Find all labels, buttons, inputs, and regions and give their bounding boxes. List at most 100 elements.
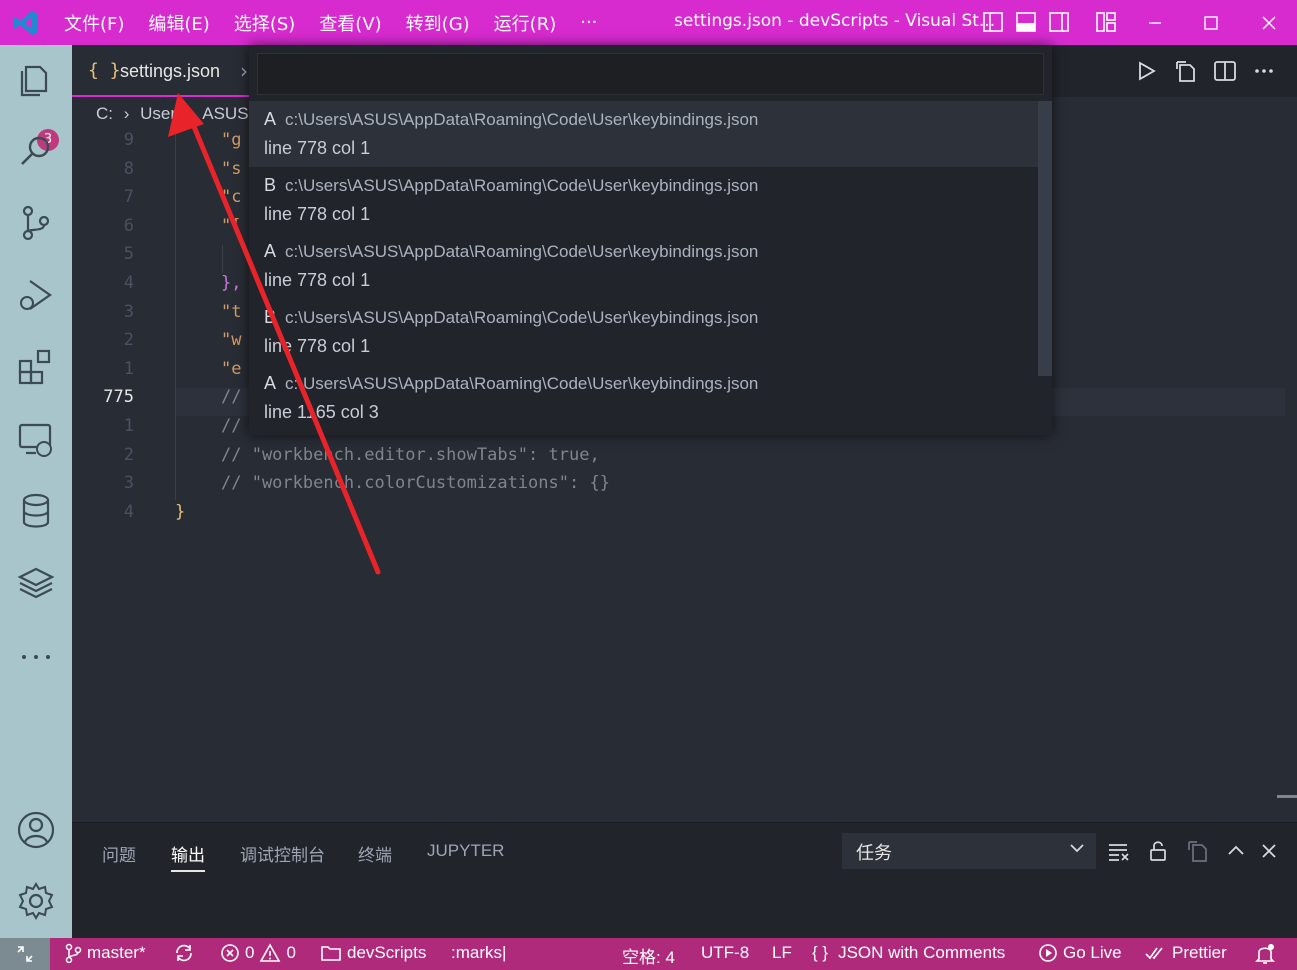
indentation-label: 空格: 4 xyxy=(622,948,675,967)
folder-name: devScripts xyxy=(347,943,427,962)
quick-pick-item[interactable]: Ac:\Users\ASUS\AppData\Roaming\Code\User… xyxy=(249,233,1038,299)
broadcast-icon xyxy=(1039,944,1057,962)
mark-key: A xyxy=(264,373,277,393)
minimize-icon[interactable] xyxy=(1140,8,1170,38)
warning-count: 0 xyxy=(286,943,296,962)
tab-output[interactable]: 输出 xyxy=(171,841,205,872)
more-icon[interactable] xyxy=(16,635,56,675)
tab-debug-console[interactable]: 调试控制台 xyxy=(240,841,325,866)
chevron-down-icon xyxy=(1070,844,1084,853)
line-number: 2 xyxy=(123,444,134,465)
tab-terminal[interactable]: 终端 xyxy=(358,841,392,866)
menu-more[interactable]: ··· xyxy=(580,12,597,33)
marks-indicator[interactable]: :marks| xyxy=(451,943,506,963)
indentation-indicator[interactable]: 空格: 4 xyxy=(622,943,675,968)
mark-path: c:\Users\ASUS\AppData\Roaming\Code\User\… xyxy=(285,242,759,261)
breadcrumb-drive[interactable]: C: xyxy=(96,104,113,123)
branch-indicator[interactable]: master* xyxy=(64,943,146,963)
bell-icon xyxy=(1255,944,1275,964)
sync-button[interactable] xyxy=(173,943,200,963)
folder-indicator[interactable]: devScripts xyxy=(320,943,426,963)
settings-gear-icon[interactable] xyxy=(16,881,56,921)
mark-path: c:\Users\ASUS\AppData\Roaming\Code\User\… xyxy=(285,110,759,129)
tab-problems[interactable]: 问题 xyxy=(102,841,136,866)
double-check-icon xyxy=(1145,947,1163,960)
more-actions-icon[interactable] xyxy=(1252,59,1276,83)
code-line: "c xyxy=(221,187,242,208)
line-number: 4 xyxy=(123,273,134,293)
quick-pick-item[interactable]: Ac:\Users\ASUS\AppData\Roaming\Code\User… xyxy=(249,101,1038,167)
source-control-icon[interactable] xyxy=(16,203,56,243)
tab-settings-json[interactable]: { } settings.json › xyxy=(72,45,249,97)
toggle-secondary-sidebar-icon[interactable] xyxy=(1048,11,1070,33)
menu-bar: 文件(F) 编辑(E) 选择(S) 查看(V) 转到(G) 运行(R) ··· xyxy=(64,0,621,45)
layers-icon[interactable] xyxy=(16,563,56,603)
branch-name: master* xyxy=(87,943,146,962)
remote-indicator-icon[interactable] xyxy=(0,938,50,970)
prettier-indicator[interactable]: Prettier xyxy=(1145,943,1227,963)
breadcrumb-asus[interactable]: ASUS xyxy=(202,104,248,123)
quick-pick-scrollbar[interactable] xyxy=(1038,101,1052,376)
menu-edit[interactable]: 编辑(E) xyxy=(148,10,209,36)
run-debug-icon[interactable] xyxy=(16,275,56,315)
encoding-indicator[interactable]: UTF-8 xyxy=(701,943,749,963)
menu-go[interactable]: 转到(G) xyxy=(406,10,470,36)
line-number: 775 xyxy=(103,387,134,408)
extensions-icon[interactable] xyxy=(16,347,56,387)
menu-run[interactable]: 运行(R) xyxy=(494,10,557,36)
close-icon[interactable] xyxy=(1254,8,1284,38)
notifications-button[interactable] xyxy=(1255,943,1280,965)
tab-jupyter[interactable]: JUPYTER xyxy=(427,841,504,861)
language-mode-indicator[interactable]: { } JSON with Comments xyxy=(812,943,1005,963)
breadcrumb-user[interactable]: User xyxy=(140,104,176,123)
code-line: "s xyxy=(221,158,242,179)
maximize-icon[interactable] xyxy=(1196,8,1226,38)
line-number: 6 xyxy=(123,215,134,236)
activity-bar: 3 xyxy=(0,45,72,938)
maximize-panel-icon[interactable] xyxy=(1224,839,1248,863)
toggle-panel-icon[interactable] xyxy=(1015,11,1037,33)
explorer-icon[interactable] xyxy=(16,59,56,99)
sync-icon xyxy=(176,944,192,962)
database-icon[interactable] xyxy=(16,491,56,531)
mark-path: c:\Users\ASUS\AppData\Roaming\Code\User\… xyxy=(285,308,759,327)
quick-pick-input[interactable] xyxy=(257,53,1044,95)
search-icon[interactable] xyxy=(16,131,56,171)
code-line: "g xyxy=(221,130,242,150)
quick-pick-item[interactable]: Bc:\Users\ASUS\AppData\Roaming\Code\User… xyxy=(249,299,1038,365)
quick-pick-item[interactable]: Bc:\Users\ASUS\AppData\Roaming\Code\User… xyxy=(249,167,1038,233)
editor-scroll-marker[interactable] xyxy=(1277,795,1297,798)
mark-location: line 778 col 1 xyxy=(264,336,371,356)
code-line: "t xyxy=(221,301,242,322)
json-braces-icon: { } xyxy=(812,943,829,962)
status-bar: master* 0 0 devScripts :marks| 空格: 4 UTF… xyxy=(0,938,1297,970)
code-line: "[ xyxy=(221,215,242,236)
mark-location: line 778 col 1 xyxy=(264,270,371,290)
account-icon[interactable] xyxy=(16,810,56,850)
mark-key: B xyxy=(264,307,277,327)
remote-explorer-icon[interactable] xyxy=(16,419,56,459)
open-log-file-icon[interactable] xyxy=(1186,839,1210,863)
clear-output-icon[interactable] xyxy=(1107,839,1131,863)
menu-view[interactable]: 查看(V) xyxy=(319,10,381,36)
menu-selection[interactable]: 选择(S) xyxy=(234,10,295,36)
open-settings-ui-icon[interactable] xyxy=(1174,59,1198,83)
mark-path: c:\Users\ASUS\AppData\Roaming\Code\User\… xyxy=(285,374,759,393)
quick-pick: Ac:\Users\ASUS\AppData\Roaming\Code\User… xyxy=(249,45,1052,435)
toggle-primary-sidebar-icon[interactable] xyxy=(982,11,1004,33)
run-icon[interactable] xyxy=(1134,59,1158,83)
line-number: 5 xyxy=(123,244,134,265)
quick-pick-item[interactable]: Ac:\Users\ASUS\AppData\Roaming\Code\User… xyxy=(249,365,1038,431)
code-line: // "workbench.colorCustomizations": {} xyxy=(221,473,610,494)
eol-indicator[interactable]: LF xyxy=(772,943,792,963)
customize-layout-icon[interactable] xyxy=(1095,11,1117,33)
lock-scroll-icon[interactable] xyxy=(1146,839,1170,863)
menu-file[interactable]: 文件(F) xyxy=(64,10,124,36)
chevron-right-icon: › xyxy=(240,59,248,83)
problems-indicator[interactable]: 0 0 xyxy=(220,943,296,963)
output-channel-select[interactable]: 任务 xyxy=(842,833,1096,869)
split-editor-icon[interactable] xyxy=(1213,59,1237,83)
code-line: // xyxy=(221,387,242,408)
go-live-button[interactable]: Go Live xyxy=(1038,943,1122,963)
close-panel-icon[interactable] xyxy=(1257,839,1281,863)
